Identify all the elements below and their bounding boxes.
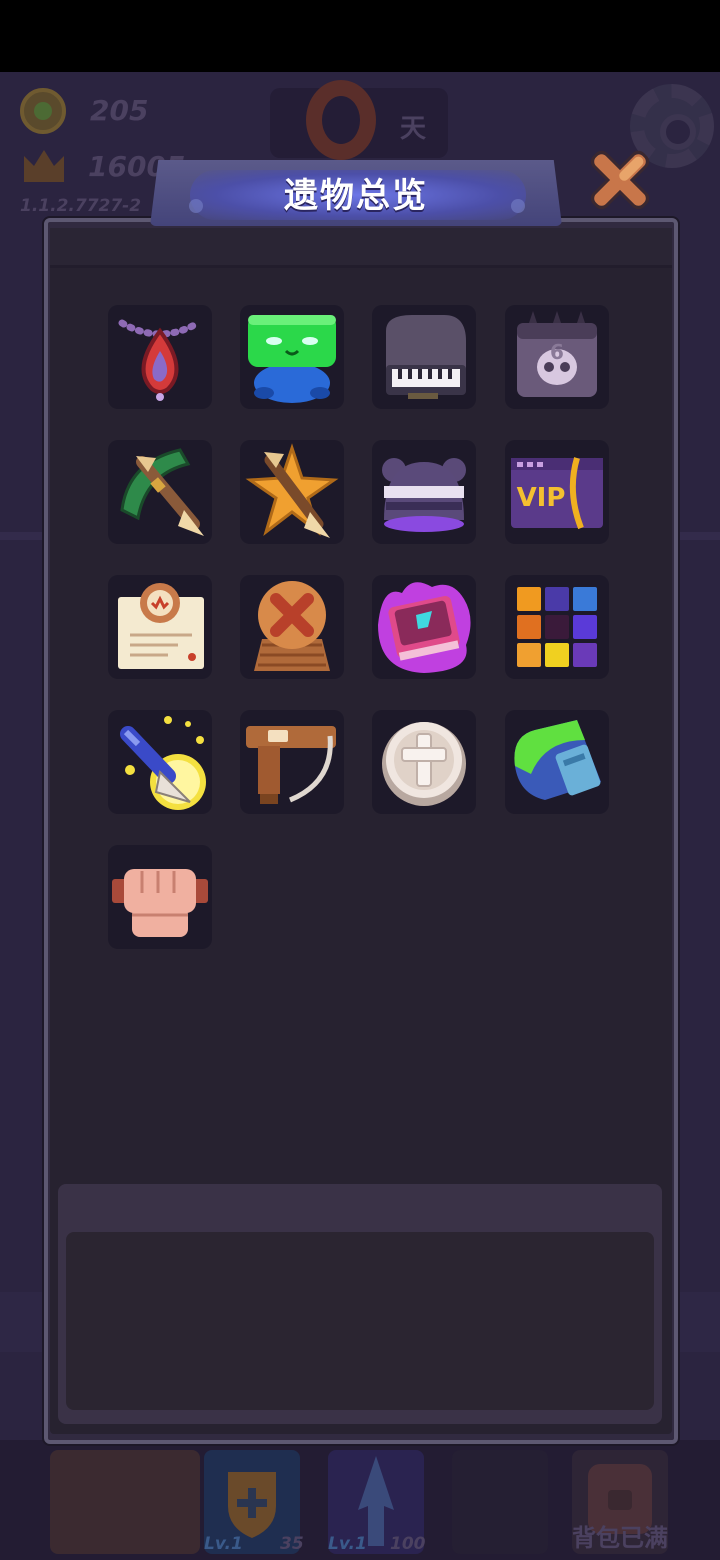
coin-icon <box>20 88 66 134</box>
wooden-trigger-icon <box>246 726 336 804</box>
cursed-book-icon <box>378 582 471 673</box>
skull-calendar-icon: 6 <box>517 311 597 397</box>
purple-helmet-icon <box>382 458 466 532</box>
relic-slot-fist-glove[interactable] <box>108 845 212 949</box>
slot2-value: 100 <box>390 1534 426 1554</box>
slime-gauntlet-icon <box>514 720 601 800</box>
relic-slot-jade-crossbow[interactable] <box>108 440 212 544</box>
relic-slot-purple-helmet[interactable] <box>372 440 476 544</box>
relic-slot-slime-gauntlet[interactable] <box>505 710 609 814</box>
modal-title: 遗物总览 <box>284 176 428 216</box>
bag-full-label: 背包已满 <box>572 1524 668 1552</box>
slot1-value: 35 <box>280 1534 304 1554</box>
star-crossbow-icon <box>245 443 339 538</box>
empty-slot[interactable] <box>452 1450 548 1554</box>
hero-slot[interactable] <box>50 1450 200 1554</box>
relic-slot-color-grid[interactable] <box>505 575 609 679</box>
relic-slot-certificate-scroll[interactable] <box>108 575 212 679</box>
crown-icon <box>24 150 64 182</box>
day-label: 天 <box>400 114 427 144</box>
cancel-token-icon <box>254 581 330 671</box>
relic-slot-skull-calendar[interactable]: 6 <box>505 305 609 409</box>
relic-description-box <box>66 1232 654 1410</box>
jade-crossbow-icon <box>120 448 204 536</box>
grand-piano-icon <box>386 315 466 399</box>
certificate-scroll-icon <box>118 583 204 669</box>
green-slime-frog-icon <box>248 315 336 403</box>
holy-cross-coin-icon <box>382 722 466 806</box>
fire-amulet-icon <box>118 319 202 401</box>
relic-slot-cursed-book[interactable] <box>372 575 476 679</box>
relic-slot-fire-amulet[interactable] <box>108 305 212 409</box>
modal-header-strip <box>50 228 672 268</box>
relic-slot-grand-piano[interactable] <box>372 305 476 409</box>
svg-text:VIP: VIP <box>517 483 566 513</box>
relic-slot-holy-cross-coin[interactable] <box>372 710 476 814</box>
golden-arrow-icon <box>120 716 206 810</box>
fist-glove-icon <box>112 869 208 937</box>
slot2-level: Lv.1 <box>328 1534 367 1554</box>
relic-slot-green-slime-frog[interactable] <box>240 305 344 409</box>
relic-slot-star-crossbow[interactable] <box>240 440 344 544</box>
relic-slot-vip-card[interactable]: VIP <box>505 440 609 544</box>
vip-card-icon: VIP <box>511 457 603 530</box>
relic-slot-golden-arrow[interactable] <box>108 710 212 814</box>
day-ring-icon <box>306 80 376 160</box>
coin-count: 205 <box>90 94 149 127</box>
relic-slot-wooden-trigger[interactable] <box>240 710 344 814</box>
close-icon[interactable] <box>580 140 660 220</box>
slot1-level: Lv.1 <box>204 1534 243 1554</box>
status-bar <box>0 0 720 72</box>
version-label: 1.1.2.7727-2 <box>20 196 142 216</box>
relic-slot-cancel-token[interactable] <box>240 575 344 679</box>
color-grid-icon <box>517 587 597 667</box>
svg-text:6: 6 <box>550 340 564 364</box>
